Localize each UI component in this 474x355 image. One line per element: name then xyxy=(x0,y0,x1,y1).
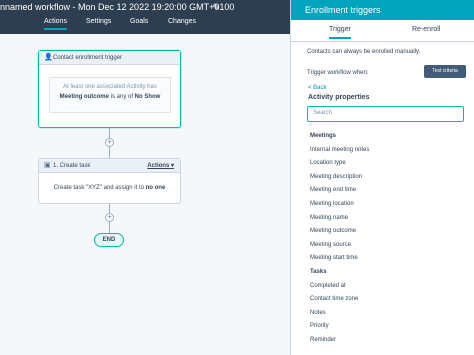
workflow-title[interactable]: nnamed workflow - Mon Dec 12 2022 19:20:… xyxy=(0,2,234,12)
property-list-item[interactable]: Location type xyxy=(310,157,460,171)
criteria-field: Meeting outcome xyxy=(59,94,109,100)
tab-changes[interactable]: Changes xyxy=(168,18,196,25)
property-list-item[interactable]: Internal meeting notes xyxy=(310,144,460,158)
tab-goals[interactable]: Goals xyxy=(130,18,148,25)
property-list-item[interactable]: Notes xyxy=(310,307,460,321)
workflow-header: nnamed workflow - Mon Dec 12 2022 19:20:… xyxy=(0,0,290,14)
task-description: Create task "XYZ" and assign it to no on… xyxy=(39,185,180,191)
create-task-card[interactable]: ▣ 1. Create task Actions ▾ Create task "… xyxy=(38,158,181,204)
enrollment-triggers-panel: Enrollment triggers Trigger Re-enroll Co… xyxy=(290,0,474,355)
tab-trigger[interactable]: Trigger xyxy=(329,26,351,39)
enrollment-trigger-card[interactable]: 👤 Contact enrollment trigger At least on… xyxy=(38,50,181,128)
trigger-card-header: 👤 Contact enrollment trigger xyxy=(39,51,180,65)
task-card-title: 1. Create task xyxy=(53,163,91,169)
add-action-plus-icon[interactable]: + xyxy=(105,213,114,222)
task-actions-dropdown[interactable]: Actions ▾ xyxy=(147,159,174,173)
task-icon: ▣ xyxy=(44,162,51,169)
property-list-item[interactable]: Meeting name xyxy=(310,212,460,226)
task-description-text: Create task "XYZ" and assign it to xyxy=(53,185,146,191)
manual-enroll-info: Contacts can always be enrolled manually… xyxy=(307,49,421,55)
add-action-plus-icon[interactable]: + xyxy=(105,138,114,147)
criteria-value: No Show xyxy=(134,94,161,100)
property-list-item[interactable]: Meeting source xyxy=(310,239,460,253)
tab-actions[interactable]: Actions xyxy=(44,18,67,30)
trigger-criteria-box: At least one associated Activity has Mee… xyxy=(49,77,171,113)
trigger-card-title: Contact enrollment trigger xyxy=(53,55,123,61)
property-list-item[interactable]: Contact time zone xyxy=(310,293,460,307)
property-list-item[interactable]: Completed at xyxy=(310,280,460,294)
task-assignee: no one xyxy=(145,185,166,191)
workflow-end-node: END xyxy=(94,233,124,247)
workflow-canvas[interactable]: 👤 Contact enrollment trigger At least on… xyxy=(0,34,290,355)
tab-settings[interactable]: Settings xyxy=(86,18,111,25)
property-list-item[interactable]: Reminder xyxy=(310,334,460,348)
property-group-heading: Tasks xyxy=(310,268,327,275)
criteria-line: At least one associated Activity has xyxy=(63,84,157,90)
panel-tabs: Trigger Re-enroll xyxy=(291,20,474,42)
property-list-item[interactable]: Meeting description xyxy=(310,171,460,185)
activity-properties-heading: Activity properties xyxy=(308,94,370,101)
criteria-operator: is any of xyxy=(108,94,135,100)
criteria-filter: Meeting outcome is any of No Show xyxy=(50,94,170,100)
property-group-heading: Meetings xyxy=(310,133,337,139)
contact-icon: 👤 xyxy=(44,54,53,61)
back-link[interactable]: < Back xyxy=(308,85,327,91)
property-list: Meetings Internal meeting notes Location t… xyxy=(310,130,460,348)
panel-title: Enrollment triggers xyxy=(291,0,474,20)
test-criteria-button[interactable]: Test criteria xyxy=(424,65,466,78)
property-search-input[interactable]: Search xyxy=(307,106,464,122)
property-list-item[interactable]: Meeting location xyxy=(310,198,460,212)
tab-re-enroll[interactable]: Re-enroll xyxy=(412,26,440,33)
workflow-tabs: Actions Settings Goals Changes xyxy=(0,14,290,34)
property-list-item[interactable]: Priority xyxy=(310,320,460,334)
edit-pencil-icon[interactable]: ✎ xyxy=(212,0,220,14)
property-list-item[interactable]: Meeting end time xyxy=(310,184,460,198)
task-card-header: ▣ 1. Create task Actions ▾ xyxy=(39,159,180,173)
property-list-item[interactable]: Meeting start time xyxy=(310,252,460,266)
trigger-when-label: Trigger workflow when: xyxy=(307,70,369,76)
property-list-item[interactable]: Meeting outcome xyxy=(310,225,460,239)
